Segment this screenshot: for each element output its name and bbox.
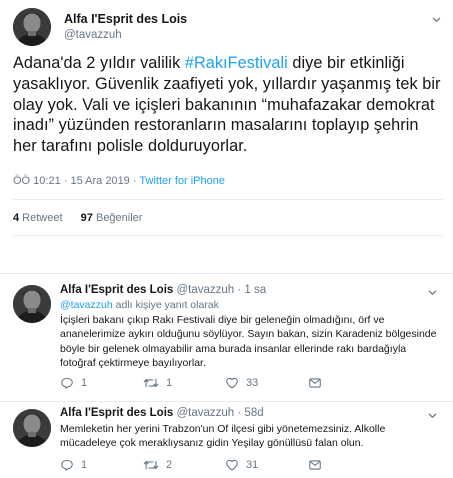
reply-to-handle-link[interactable]: @tavazzuh bbox=[60, 299, 113, 311]
reply-to-suffix: adlı kişiye yanıt olarak bbox=[112, 299, 219, 311]
like-button[interactable]: 31 bbox=[225, 458, 258, 472]
heart-icon bbox=[226, 459, 238, 471]
main-tweet: Alfa I'Esprit des Lois @tavazzuh Adana'd… bbox=[0, 0, 453, 274]
tweet-source-link[interactable]: Twitter for iPhone bbox=[139, 175, 225, 187]
tweet-actions: 1 2 31 bbox=[60, 458, 420, 472]
retweet-button[interactable]: 2 bbox=[143, 458, 172, 472]
retweet-button[interactable]: 1 bbox=[143, 376, 172, 390]
avatar[interactable] bbox=[13, 409, 51, 447]
chevron-down-icon[interactable] bbox=[432, 15, 441, 24]
reply-time[interactable]: · 1 sa bbox=[237, 284, 266, 296]
tweet-text: Adana'da 2 yıldır valilik #RakıFestivali… bbox=[13, 53, 443, 157]
retweet-icon bbox=[143, 378, 159, 388]
retweet-count: 2 bbox=[166, 459, 173, 471]
divider bbox=[13, 199, 443, 200]
avatar[interactable] bbox=[13, 8, 51, 46]
retweet-count: 1 bbox=[166, 377, 173, 389]
reply-icon bbox=[61, 460, 73, 471]
like-count: 97 bbox=[80, 212, 93, 224]
like-count: 31 bbox=[246, 459, 259, 471]
like-label: Beğeniler bbox=[92, 212, 143, 224]
like-button[interactable]: 33 bbox=[225, 376, 258, 390]
author-handle[interactable]: @tavazzuh bbox=[177, 284, 235, 296]
reply-count: 1 bbox=[81, 377, 88, 389]
reply-tweet[interactable]: Alfa I'Esprit des Lois @tavazzuh · 1 sa … bbox=[0, 275, 453, 402]
divider bbox=[0, 273, 453, 274]
like-count: 33 bbox=[246, 377, 259, 389]
replying-to: @tavazzuh adlı kişiye yanıt olarak bbox=[60, 299, 219, 311]
direct-message-button[interactable] bbox=[308, 458, 329, 472]
author-display-name[interactable]: Alfa I'Esprit des Lois bbox=[60, 284, 173, 296]
tweet-text-part: Adana'da 2 yıldır valilik bbox=[13, 54, 185, 72]
chevron-down-icon[interactable] bbox=[428, 411, 437, 420]
tweet-timestamp[interactable]: ÖÖ 10:21 · 15 Ara 2019 · bbox=[13, 175, 139, 187]
author-handle[interactable]: @tavazzuh bbox=[64, 29, 122, 41]
reply-text: Memleketin her yerini Trabzon'un Of ilçe… bbox=[60, 423, 386, 450]
reply-tweet[interactable]: Alfa I'Esprit des Lois @tavazzuh · 58d M… bbox=[0, 402, 453, 478]
heart-icon bbox=[226, 377, 238, 389]
retweet-icon bbox=[143, 460, 159, 470]
author-display-name[interactable]: Alfa I'Esprit des Lois bbox=[64, 12, 187, 26]
chevron-down-icon[interactable] bbox=[428, 288, 437, 297]
tweet-actions: 1 1 33 bbox=[60, 376, 420, 390]
direct-message-button[interactable] bbox=[308, 376, 329, 390]
divider bbox=[13, 235, 443, 236]
reply-text: İçişleri bakanı çıkıp Rakı Festivali diy… bbox=[60, 314, 437, 369]
like-stat[interactable]: 97 Beğeniler bbox=[81, 212, 143, 224]
retweet-stat[interactable]: 4 Retweet bbox=[13, 212, 63, 224]
reply-header: Alfa I'Esprit des Lois @tavazzuh · 58d bbox=[60, 407, 264, 419]
reply-header: Alfa I'Esprit des Lois @tavazzuh · 1 sa bbox=[60, 284, 266, 296]
reply-icon bbox=[61, 378, 73, 389]
envelope-icon bbox=[309, 460, 321, 470]
tweet-stats: 4 Retweet 97 Beğeniler bbox=[13, 212, 142, 224]
reply-count: 1 bbox=[81, 459, 88, 471]
reply-time[interactable]: · 58d bbox=[237, 407, 263, 419]
reply-button[interactable]: 1 bbox=[60, 376, 87, 390]
envelope-icon bbox=[309, 378, 321, 388]
author-handle[interactable]: @tavazzuh bbox=[177, 407, 235, 419]
author-display-name[interactable]: Alfa I'Esprit des Lois bbox=[60, 407, 173, 419]
avatar[interactable] bbox=[13, 285, 51, 323]
hashtag-link[interactable]: #RakıFestivali bbox=[185, 54, 288, 72]
reply-button[interactable]: 1 bbox=[60, 458, 87, 472]
tweet-meta: ÖÖ 10:21 · 15 Ara 2019 · Twitter for iPh… bbox=[13, 175, 225, 187]
retweet-label: Retweet bbox=[19, 212, 63, 224]
